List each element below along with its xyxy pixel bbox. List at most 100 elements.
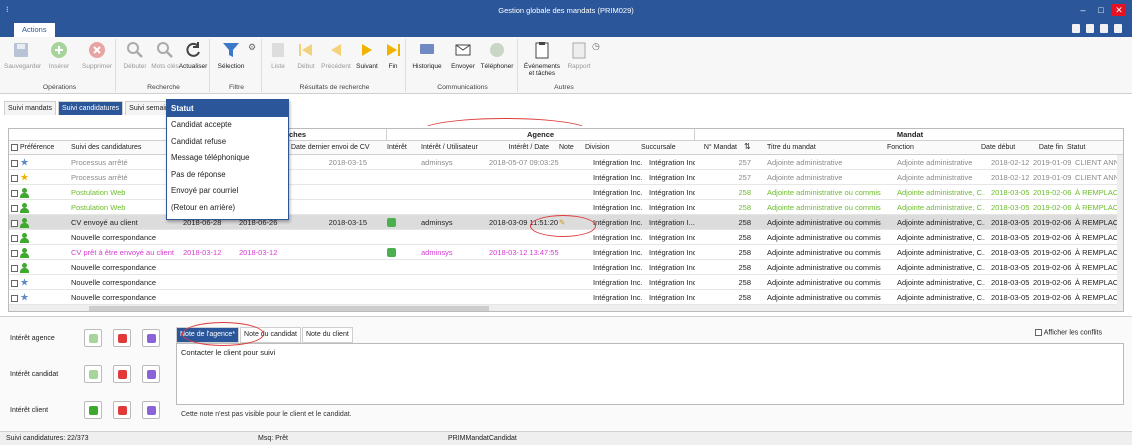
titre-cell[interactable]: Adjointe administrative ou commis (765, 200, 883, 215)
titre-cell[interactable]: Adjointe administrative ou commis (765, 290, 883, 305)
succursale-cell[interactable]: Intégration Inc. (647, 245, 695, 260)
user-cell[interactable] (419, 230, 487, 245)
d2-cell[interactable] (237, 275, 293, 290)
d2-cell[interactable] (237, 260, 293, 275)
titre-cell[interactable]: Adjointe administrative ou commis (765, 230, 883, 245)
agence-thumbs-down-button[interactable] (113, 329, 131, 347)
user-cell[interactable] (419, 170, 487, 185)
date_envoi-cell[interactable] (309, 275, 369, 290)
division-cell[interactable]: Intégration Inc. (591, 215, 643, 230)
titre-cell[interactable]: Adjointe administrative ou commis (765, 260, 883, 275)
note-cell[interactable] (557, 170, 583, 185)
no-cell[interactable]: 258 (709, 275, 753, 290)
col-fonction[interactable]: Fonction (885, 141, 981, 155)
vertical-scrollbar[interactable] (1117, 155, 1123, 305)
tab-suivi-mandats[interactable]: Suivi mandats (4, 101, 56, 115)
idate-cell[interactable] (487, 200, 559, 215)
col-suivi[interactable]: Suivi des candidatures (69, 141, 169, 155)
row-checkbox[interactable] (11, 174, 18, 182)
row-checkbox[interactable] (11, 219, 18, 227)
debut-cell[interactable]: 2018-03-05 (989, 200, 1029, 215)
debut-cell[interactable]: 2018-03-05 (989, 230, 1029, 245)
user-cell[interactable]: adminsys (419, 245, 487, 260)
save-button[interactable]: Sauvegarder (4, 40, 41, 70)
suivi-cell[interactable]: CV prêt à être envoyé au client (69, 245, 181, 260)
insert-button[interactable]: Insérer (42, 40, 76, 70)
division-cell[interactable]: Intégration Inc. (591, 230, 643, 245)
table-row[interactable]: CV prêt à être envoyé au client 2018-03-1… (9, 245, 1123, 260)
date_envoi-cell[interactable] (309, 200, 369, 215)
agence-thumbs-up-button[interactable] (84, 329, 102, 347)
col-date-fin[interactable]: Date fin (1023, 141, 1065, 155)
succursale-cell[interactable]: Intégration I... (647, 215, 695, 230)
report-button[interactable]: Rapport (562, 40, 596, 70)
fonction-cell[interactable]: Adjointe administrative, C... (895, 245, 985, 260)
titre-cell[interactable]: Adjointe administrative (765, 155, 883, 170)
idate-cell[interactable] (487, 260, 559, 275)
division-cell[interactable]: Intégration Inc. (591, 290, 643, 305)
note-cell[interactable] (557, 155, 583, 170)
titre-cell[interactable]: Adjointe administrative ou commis (765, 245, 883, 260)
afficher-conflits-checkbox[interactable]: Afficher les conflits (1034, 329, 1102, 336)
interest-cell[interactable] (385, 275, 415, 290)
user-cell[interactable] (419, 275, 487, 290)
succursale-cell[interactable]: Intégration Inc. (647, 260, 695, 275)
date_envoi-cell[interactable] (309, 170, 369, 185)
lock-icon[interactable] (1114, 24, 1122, 33)
events-tasks-button[interactable]: Événements et tâches (522, 40, 562, 77)
clock-icon[interactable]: ◷ (592, 41, 600, 52)
menu-item-message-telephonique[interactable]: Message téléphonique (167, 150, 288, 167)
selection-button[interactable]: Sélection (214, 40, 248, 70)
statut-cell[interactable]: À REMPLACER (1073, 245, 1119, 260)
fonction-cell[interactable]: Adjointe administrative, C... (895, 185, 985, 200)
d1-cell[interactable] (181, 275, 237, 290)
table-row[interactable]: Nouvelle correspondance Intégration Inc. I… (9, 260, 1123, 275)
statut-cell[interactable]: À REMPLACER (1073, 260, 1119, 275)
language-flag-icon[interactable] (1086, 24, 1094, 33)
no-cell[interactable]: 258 (709, 260, 753, 275)
suivi-cell[interactable]: Nouvelle correspondance (69, 230, 181, 245)
division-cell[interactable]: Intégration Inc. (591, 155, 643, 170)
division-cell[interactable]: Intégration Inc. (591, 275, 643, 290)
suivi-cell[interactable]: Postulation Web (69, 200, 181, 215)
list-button[interactable]: Liste (264, 40, 292, 70)
preference-cell[interactable] (9, 215, 69, 230)
col-interet[interactable]: Intérêt (385, 141, 415, 155)
interest-cell[interactable] (385, 185, 415, 200)
no-cell[interactable]: 258 (709, 215, 753, 230)
succursale-cell[interactable]: Intégration Inc. (647, 170, 695, 185)
no-cell[interactable]: 257 (709, 170, 753, 185)
d1-cell[interactable] (181, 260, 237, 275)
fin-cell[interactable]: 2019-02-06 (1031, 200, 1071, 215)
suivi-cell[interactable]: Nouvelle correspondance (69, 275, 181, 290)
debut-cell[interactable]: 2018-03-05 (989, 215, 1029, 230)
fonction-cell[interactable]: Adjointe administrative, C... (895, 290, 985, 305)
fonction-cell[interactable]: Adjointe administrative, C... (895, 275, 985, 290)
note-cell[interactable] (557, 200, 583, 215)
note-textarea[interactable]: Contacter le client pour suivi (176, 343, 1124, 405)
user-cell[interactable] (419, 185, 487, 200)
succursale-cell[interactable]: Intégration Inc. (647, 155, 695, 170)
statut-cell[interactable]: À REMPLACER (1073, 275, 1119, 290)
candidat-comment-button[interactable] (142, 365, 160, 383)
select-all-checkbox[interactable] (11, 143, 18, 151)
note-cell[interactable] (557, 185, 583, 200)
fin-cell[interactable]: 2019-01-09 (1031, 155, 1071, 170)
fonction-cell[interactable]: Adjointe administrative, C... (895, 230, 985, 245)
user-cell[interactable] (419, 290, 487, 305)
titre-cell[interactable]: Adjointe administrative (765, 170, 883, 185)
d1-cell[interactable]: 2018-03-12 (181, 245, 237, 260)
statut-cell[interactable]: À REMPLACER (1073, 185, 1119, 200)
minimize-button[interactable]: – (1076, 4, 1090, 16)
row-checkbox[interactable] (11, 204, 18, 212)
date_envoi-cell[interactable] (309, 260, 369, 275)
fonction-cell[interactable]: Adjointe administrative, C... (895, 215, 985, 230)
succursale-cell[interactable]: Intégration Inc. (647, 185, 695, 200)
idate-cell[interactable]: 2018-05-07 09:03:25 (487, 155, 559, 170)
note-cell[interactable] (557, 260, 583, 275)
interest-cell[interactable] (385, 155, 415, 170)
no-cell[interactable]: 258 (709, 185, 753, 200)
preference-cell[interactable] (9, 185, 69, 200)
user-cell[interactable]: adminsys (419, 215, 487, 230)
fin-cell[interactable]: 2019-02-06 (1031, 215, 1071, 230)
